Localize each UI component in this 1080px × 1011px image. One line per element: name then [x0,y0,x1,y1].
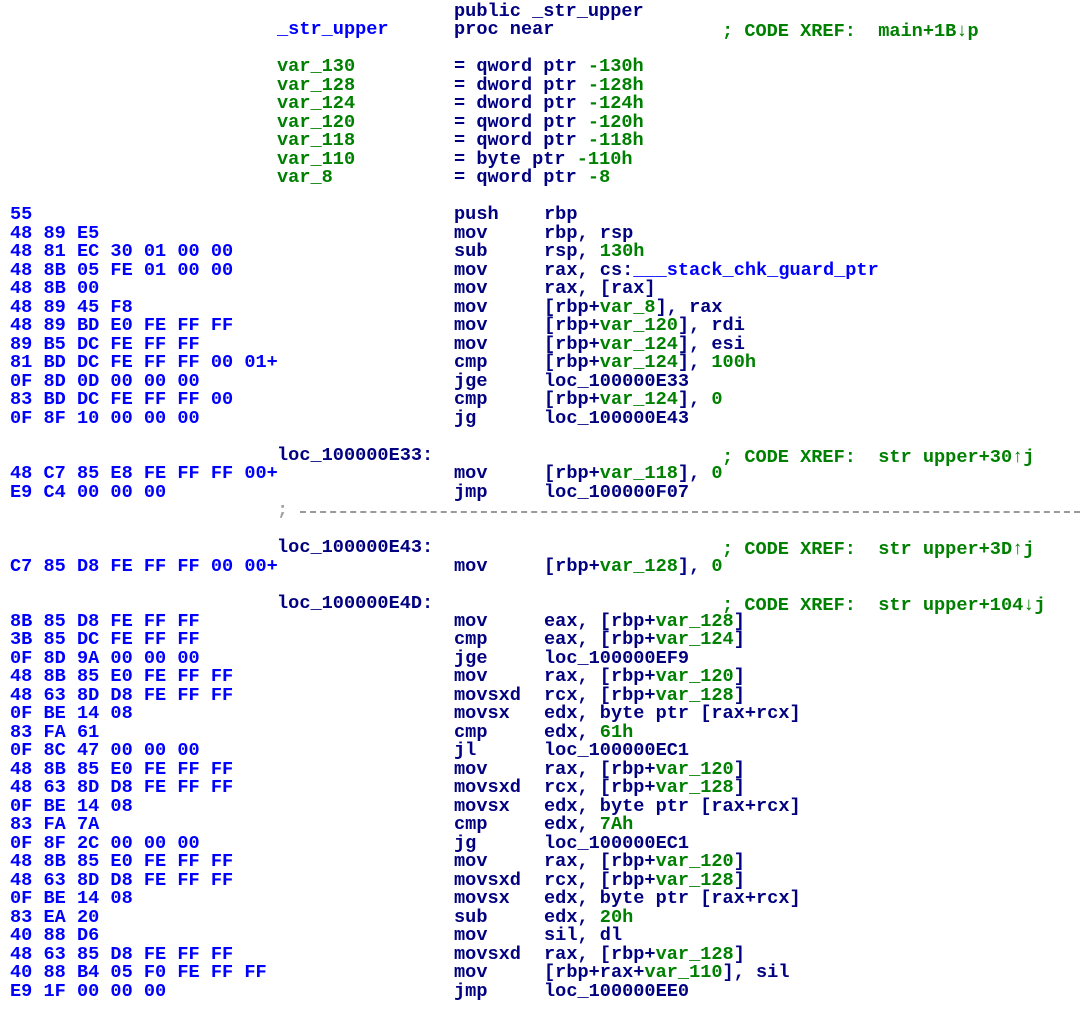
instruction-operands[interactable]: loc_100000E43 [544,407,690,429]
listing-line[interactable]: var_8 = qword ptr -8 [0,167,1080,189]
instruction-mnemonic: jmp [454,481,488,503]
listing-line[interactable]: 0F BE 14 08 movsx edx, byte ptr [rax+rcx] [0,797,1080,816]
listing-line[interactable]: _str_upper proc near; CODE XREF: main+1B↓… [0,19,1080,41]
listing-line[interactable] [0,428,1080,446]
operand-part: ___stack_chk_guard_ptr [633,259,879,281]
opcode-bytes: E9 1F 00 00 00 [10,980,167,1002]
operand-part: ], sil [722,962,790,984]
listing-line[interactable]: 55 push rbp [0,205,1080,224]
opcode-bytes: 48 8B 85 E0 FE FF FF [10,851,234,873]
disassembly-listing[interactable]: public _str_upper _str_upper proc near; CO… [0,2,1080,1002]
listing-line[interactable]: 48 8B 85 E0 FE FF FF mov rax, [rbp+var_120… [0,851,1080,873]
opcode-bytes: C7 85 D8 FE FF FF 00 00+ [10,555,278,577]
listing-line[interactable]: 48 63 8D D8 FE FF FF movsxd rcx, [rbp+var_… [0,778,1080,797]
listing-line[interactable]: ; [0,500,1080,522]
listing-line[interactable]: 83 BD DC FE FF FF 00 cmp [rbp+var_124], 0 [0,389,1080,411]
listing-line[interactable]: E9 C4 00 00 00 jmp loc_100000F07 [0,481,1080,503]
code-label[interactable]: _str_upper [277,20,389,39]
opcode-bytes: 48 81 EC 30 01 00 00 [10,241,234,263]
operand-part: 100h [711,352,757,374]
listing-line[interactable]: 0F BE 14 08 movsx edx, byte ptr [rax+rcx] [0,888,1080,910]
instruction-operands[interactable]: [rbp+var_128], 0 [544,555,723,577]
opcode-bytes: 81 BD DC FE FF FF 00 01+ [10,352,278,374]
operand-part: ] [733,629,745,651]
instruction-mnemonic: mov [454,851,488,873]
listing-line[interactable]: 48 63 8D D8 FE FF FF movsxd rcx, [rbp+var_… [0,686,1080,705]
instruction-mnemonic: mov [454,962,488,984]
opcode-bytes: 40 88 D6 [10,925,100,947]
operand-part: loc_100000F07 [544,481,690,503]
listing-line[interactable]: 40 88 D6 mov sil, dl [0,925,1080,947]
instruction-operands[interactable]: loc_100000EE0 [544,980,690,1002]
separator-semicolon: ; [277,500,289,522]
opcode-bytes: 40 88 B4 05 F0 FE FF FF [10,962,267,984]
operand-part: 0 [711,389,723,411]
opcode-bytes: 48 89 BD E0 FE FF FF [10,315,234,337]
instruction-mnemonic: jmp [454,980,488,1002]
operand-part: var_128 [599,555,678,577]
instruction-mnemonic: movsx [454,888,510,910]
listing-line[interactable]: 48 8B 00 mov rax, [rax] [0,278,1080,300]
opcode-bytes: 48 C7 85 E8 FE FF FF 00+ [10,463,278,485]
operand-part: 0 [711,463,723,485]
instruction-mnemonic: mov [454,555,488,577]
separator-line [300,511,1080,514]
opcode-bytes: 83 BD DC FE FF FF 00 [10,389,234,411]
operand-part: loc_100000EE0 [544,980,690,1002]
operand-part: [rbp+ [544,555,600,577]
opcode-bytes: 0F 8F 10 00 00 00 [10,407,200,429]
listing-line[interactable]: 81 BD DC FE FF FF 00 01+ cmp [rbp+var_124]… [0,352,1080,374]
code-label[interactable]: var_8 [277,168,333,187]
listing-line[interactable]: 48 89 BD E0 FE FF FF mov [rbp+var_120], rd… [0,315,1080,337]
listing-line[interactable]: 0F 8F 10 00 00 00 jg loc_100000E43 [0,407,1080,429]
instruction-mnemonic: proc near [454,19,555,41]
operand-part: 0 [711,555,723,577]
instruction-mnemonic: mov [454,315,488,337]
instruction-mnemonic: = qword ptr -8 [454,167,611,189]
listing-line[interactable] [0,521,1080,539]
listing-line[interactable]: 48 63 8D D8 FE FF FF movsxd rcx, [rbp+var_… [0,871,1080,890]
code-label[interactable]: loc_100000E33: [277,446,433,465]
instruction-operands[interactable]: loc_100000F07 [544,481,690,503]
listing-line[interactable] [0,188,1080,206]
listing-line[interactable]: E9 1F 00 00 00 jmp loc_100000EE0 [0,980,1080,1002]
listing-line[interactable]: C7 85 D8 FE FF FF 00 00+ mov [rbp+var_128]… [0,555,1080,577]
code-label[interactable]: loc_100000E43: [277,538,433,557]
listing-line[interactable]: 48 81 EC 30 01 00 00 sub rsp, 130h [0,241,1080,263]
instruction-mnemonic: jg [454,407,477,429]
opcode-bytes: 48 8B 00 [10,278,100,300]
operand-part: loc_100000E43 [544,407,690,429]
instruction-mnemonic: mov [454,278,488,300]
instruction-mnemonic: sub [454,241,488,263]
instruction-mnemonic: mov [454,925,488,947]
instruction-mnemonic: mov [454,463,488,485]
opcode-bytes: E9 C4 00 00 00 [10,481,167,503]
listing-line[interactable]: loc_100000E43:; CODE XREF: str upper+3D↑… [0,538,1080,559]
listing-line[interactable] [0,576,1080,594]
instruction-mnemonic: cmp [454,352,488,374]
opcode-bytes: 0F BE 14 08 [10,888,133,910]
operand-part: ], [677,555,712,577]
listing-line[interactable]: 48 8B 05 FE 01 00 00 mov rax, cs:___stack_… [0,259,1080,281]
instruction-mnemonic: cmp [454,389,488,411]
code-label[interactable]: loc_100000E4D: [277,593,433,613]
listing-line[interactable]: 83 EA 20 sub edx, 20h [0,908,1080,927]
listing-line[interactable]: 0F BE 14 08 movsx edx, byte ptr [rax+rcx] [0,704,1080,723]
listing-line[interactable]: 48 C7 85 E8 FE FF FF 00+ mov [rbp+var_118]… [0,463,1080,485]
listing-line[interactable]: 40 88 B4 05 F0 FE FF FF mov [rbp+rax+var_1… [0,962,1080,984]
